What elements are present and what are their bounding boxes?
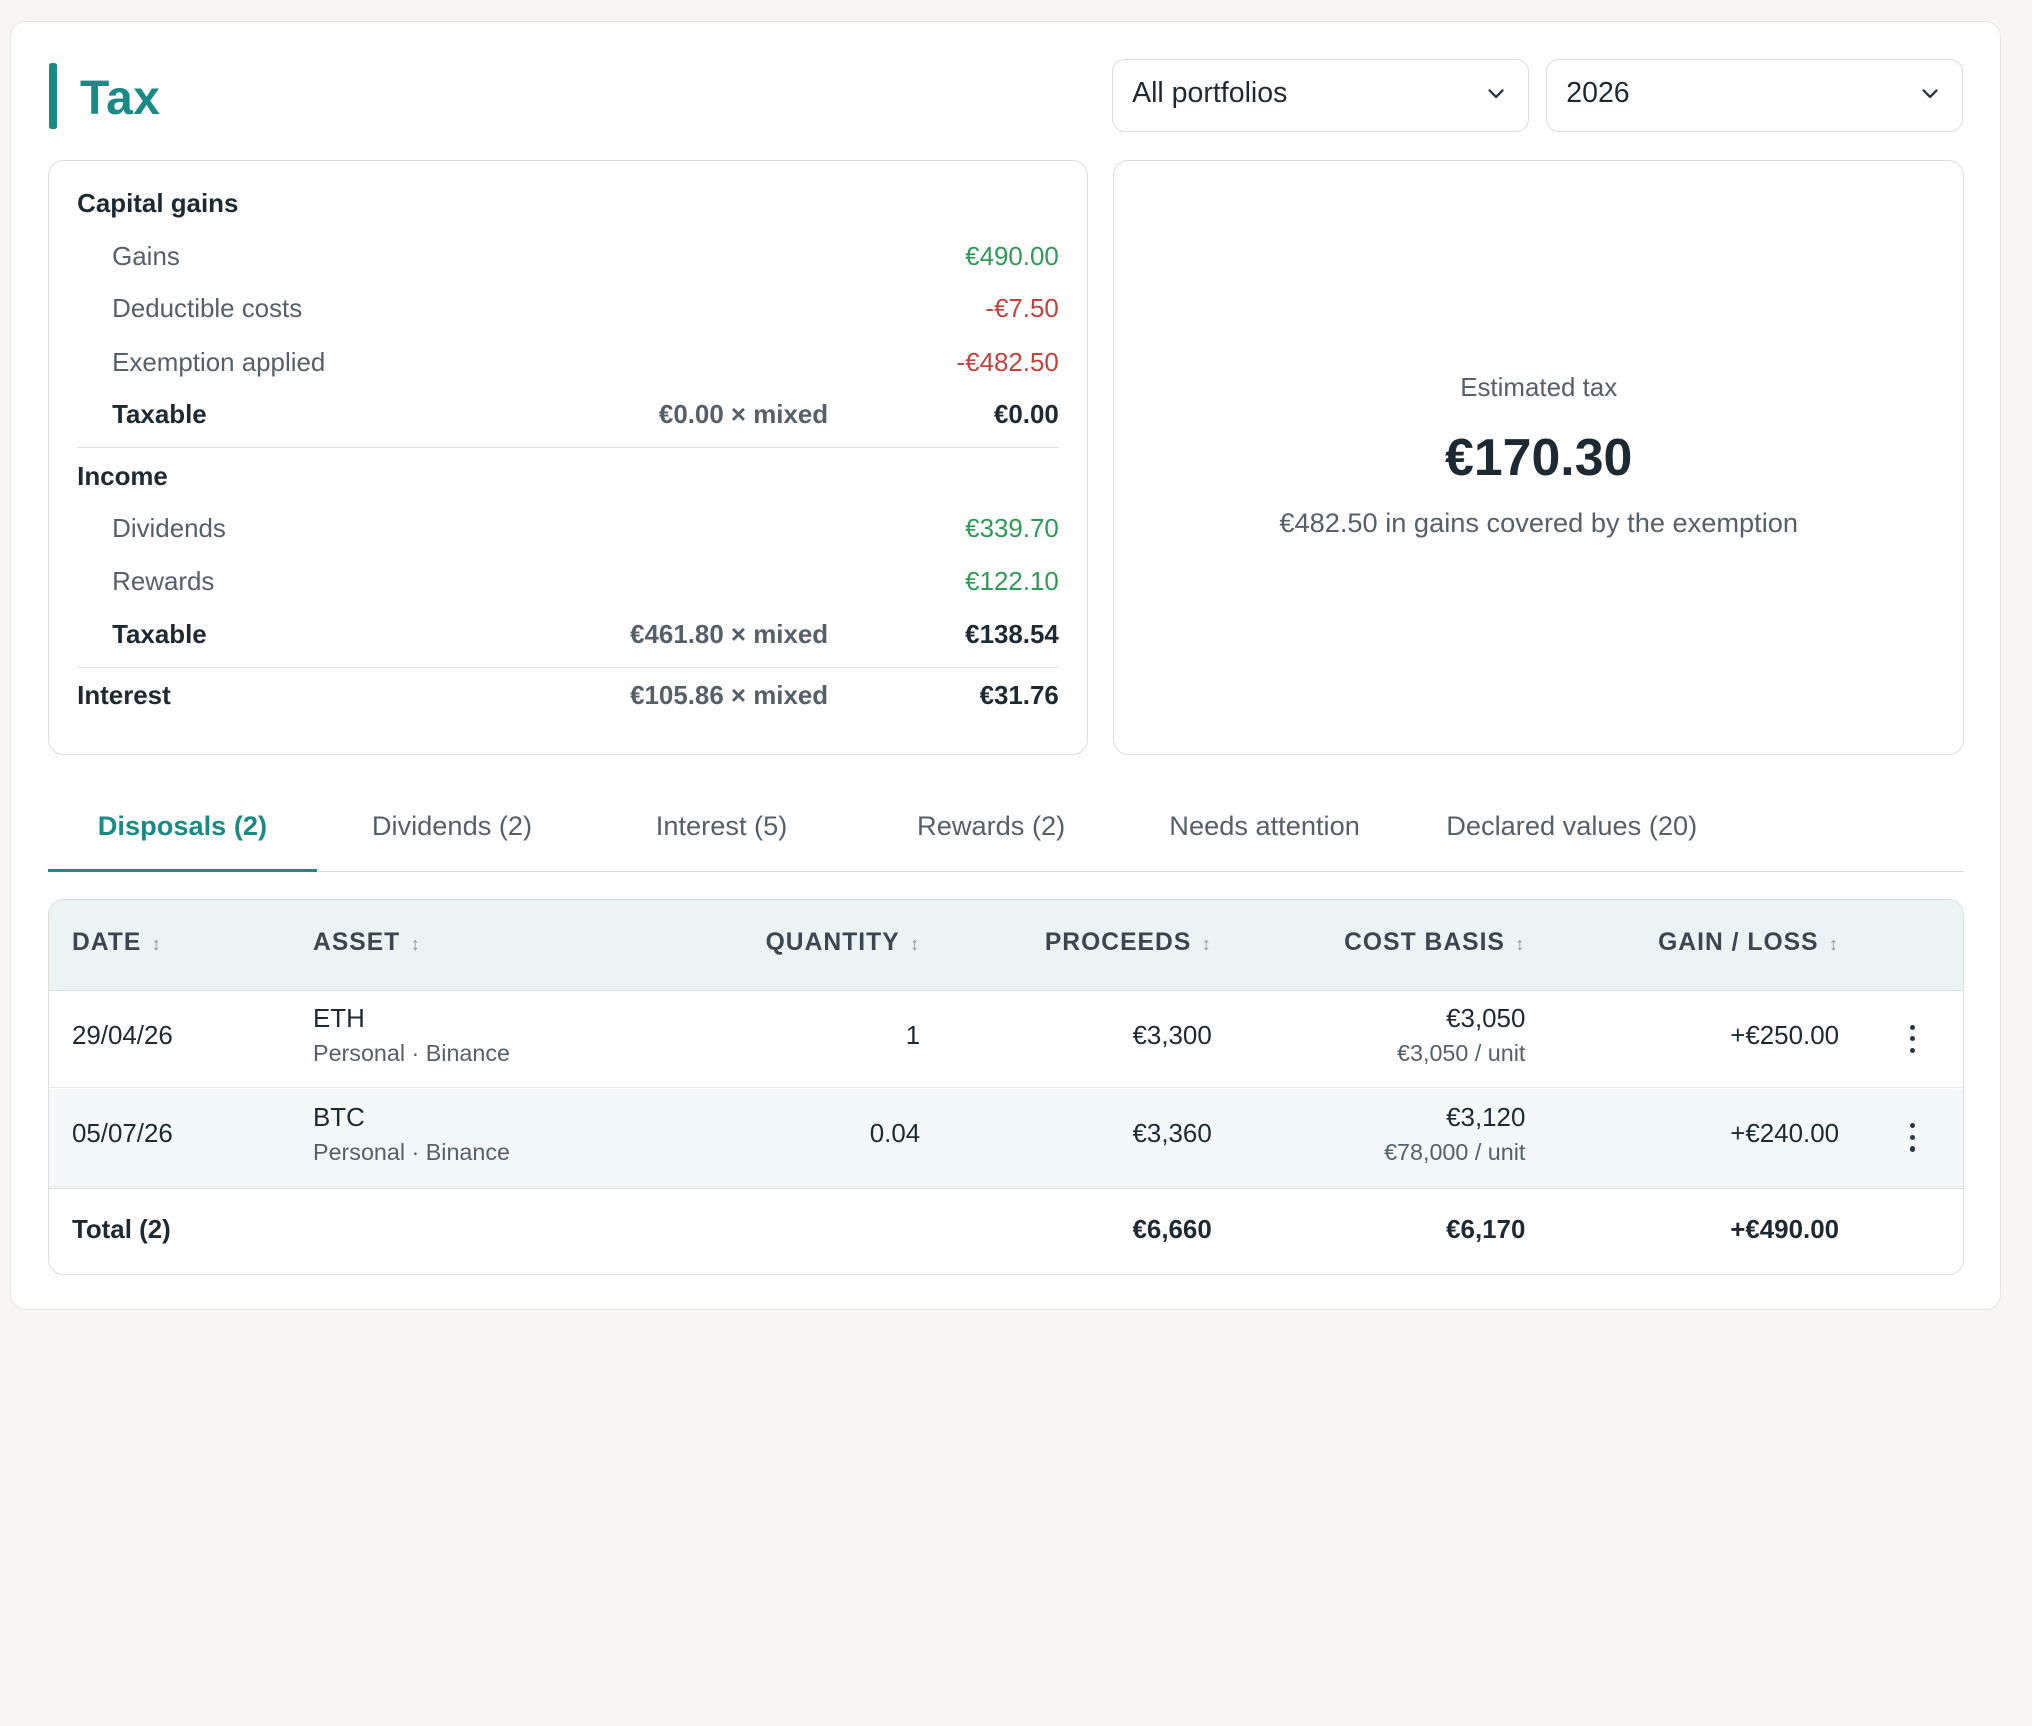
tab-rewards[interactable]: Rewards (2) — [856, 799, 1126, 872]
tab-dividends[interactable]: Dividends (2) — [317, 799, 587, 872]
cost-basis-cell: €3,050 — [1446, 1005, 1526, 1034]
exemption-value: -€482.50 — [956, 349, 1059, 378]
deductible-costs-value: -€7.50 — [985, 294, 1059, 323]
table-header: DATE ↕ ASSET ↕ QUANTITY ↕ PROCEEDS ↕ COST BA… — [48, 900, 1964, 991]
dividends-label: Dividends — [112, 515, 226, 544]
gains-row: Gains €490.00 — [77, 243, 1059, 282]
divider — [77, 446, 1059, 448]
total-cost-basis: €6,170 — [1446, 1216, 1526, 1245]
taxable-label: Taxable — [112, 621, 207, 650]
dividends-row: Dividends €339.70 — [77, 515, 1059, 554]
taxable-calculation: €461.80 × mixed — [630, 621, 829, 650]
interest-label: Interest — [77, 682, 171, 711]
portfolio-select-value: All portfolios — [1132, 77, 1288, 110]
divider — [77, 666, 1059, 669]
sort-icon: ↕ — [1515, 933, 1526, 954]
title-accent-bar — [48, 63, 57, 130]
sort-icon: ↕ — [1828, 933, 1840, 954]
tab-declared-values[interactable]: Declared values (20) — [1416, 799, 1727, 872]
asset-cell: BTC — [313, 1103, 365, 1132]
tax-summary-panel: Capital gains Gains €490.00 Deductible c… — [47, 160, 1089, 756]
gains-value: €490.00 — [965, 243, 1059, 272]
quantity-cell: 1 — [905, 1021, 921, 1050]
table-row[interactable]: 29/04/26 ETH Personal · Binance 1 €3,300… — [48, 991, 1964, 1089]
sort-icon: ↕ — [1201, 933, 1212, 954]
column-header-gain-loss[interactable]: GAIN / LOSS ↕ — [1658, 929, 1839, 957]
interest-calculation: €105.86 × mixed — [630, 682, 829, 711]
chevron-down-icon — [1487, 88, 1504, 98]
column-header-cost-basis[interactable]: COST BASIS ↕ — [1344, 929, 1525, 957]
column-header-quantity[interactable]: QUANTITY ↕ — [766, 929, 921, 957]
taxable-value: €0.00 — [993, 401, 1059, 430]
income-heading: Income — [77, 463, 168, 492]
tab-bar: Disposals (2) Dividends (2) Interest (5)… — [47, 799, 1965, 872]
table-total-row: Total (2) €6,660 €6,170 +€490.00 — [48, 1187, 1964, 1274]
table-row[interactable]: 05/07/26 BTC Personal · Binance 0.04 €3,… — [48, 1089, 1964, 1187]
sort-icon: ↕ — [410, 933, 421, 954]
total-proceeds: €6,660 — [1132, 1216, 1212, 1245]
sort-icon: ↕ — [151, 933, 162, 954]
capital-gains-taxable-row: Taxable €0.00 × mixed €0.00 — [77, 401, 1059, 440]
estimated-tax-label: Estimated tax — [1460, 373, 1618, 402]
asset-cell: ETH — [313, 1005, 365, 1034]
rewards-label: Rewards — [112, 568, 215, 597]
date-cell: 05/07/26 — [71, 1120, 173, 1149]
rewards-row: Rewards €122.10 — [77, 568, 1059, 607]
page-title: Tax — [80, 71, 161, 125]
taxable-label: Taxable — [112, 401, 207, 430]
interest-value: €31.76 — [979, 682, 1059, 711]
gain-loss-cell: +€250.00 — [1730, 1021, 1840, 1050]
gain-loss-cell: +€240.00 — [1730, 1120, 1840, 1149]
dividends-value: €339.70 — [965, 515, 1059, 544]
sort-icon: ↕ — [910, 933, 921, 954]
asset-account: Personal · Binance — [313, 1138, 510, 1165]
deductible-costs-label: Deductible costs — [112, 294, 303, 323]
quantity-cell: 0.04 — [869, 1120, 921, 1149]
income-taxable-row: Taxable €461.80 × mixed €138.54 — [77, 621, 1059, 660]
cost-per-unit: €78,000 / unit — [1384, 1138, 1526, 1165]
gains-label: Gains — [112, 243, 180, 272]
cost-per-unit: €3,050 / unit — [1397, 1040, 1526, 1067]
deductible-costs-row: Deductible costs -€7.50 — [77, 295, 1059, 334]
rewards-value: €122.10 — [965, 568, 1059, 597]
chevron-down-icon — [1922, 88, 1938, 98]
taxable-value: €138.54 — [965, 621, 1059, 650]
exemption-note: €482.50 in gains covered by the exemptio… — [1279, 507, 1799, 539]
capital-gains-heading: Capital gains — [77, 189, 239, 218]
cost-basis-cell: €3,120 — [1446, 1103, 1526, 1132]
total-label: Total (2) — [71, 1216, 171, 1245]
interest-row: Interest €105.86 × mixed €31.76 — [77, 682, 1059, 721]
row-menu-icon[interactable] — [1900, 1022, 1926, 1056]
column-header-asset[interactable]: ASSET ↕ — [313, 929, 421, 957]
total-gain-loss: +€490.00 — [1730, 1216, 1840, 1245]
portfolio-select[interactable]: All portfolios — [1111, 59, 1529, 132]
exemption-row: Exemption applied -€482.50 — [77, 349, 1059, 388]
proceeds-cell: €3,300 — [1132, 1021, 1212, 1050]
tab-interest[interactable]: Interest (5) — [587, 799, 857, 872]
asset-account: Personal · Binance — [313, 1040, 510, 1067]
estimated-tax-value: €170.30 — [1445, 428, 1633, 487]
tab-disposals[interactable]: Disposals (2) — [47, 799, 318, 872]
taxable-calculation: €0.00 × mixed — [658, 401, 829, 430]
disposals-table: DATE ↕ ASSET ↕ QUANTITY ↕ PROCEEDS ↕ COST BA… — [47, 899, 1965, 1275]
year-select-value: 2026 — [1566, 77, 1630, 110]
date-cell: 29/04/26 — [71, 1021, 173, 1050]
estimated-tax-panel: Estimated tax €170.30 €482.50 in gains c… — [1112, 160, 1965, 756]
row-menu-icon[interactable] — [1900, 1120, 1926, 1154]
column-header-proceeds[interactable]: PROCEEDS ↕ — [1045, 929, 1212, 957]
column-header-date[interactable]: DATE ↕ — [72, 929, 162, 957]
tax-card: Tax All portfolios 2026 Capital gains Ga… — [10, 20, 2001, 1311]
proceeds-cell: €3,360 — [1132, 1120, 1212, 1149]
year-select[interactable]: 2026 — [1545, 59, 1964, 132]
tab-needs-attention[interactable]: Needs attention — [1126, 799, 1403, 872]
exemption-label: Exemption applied — [112, 349, 326, 378]
